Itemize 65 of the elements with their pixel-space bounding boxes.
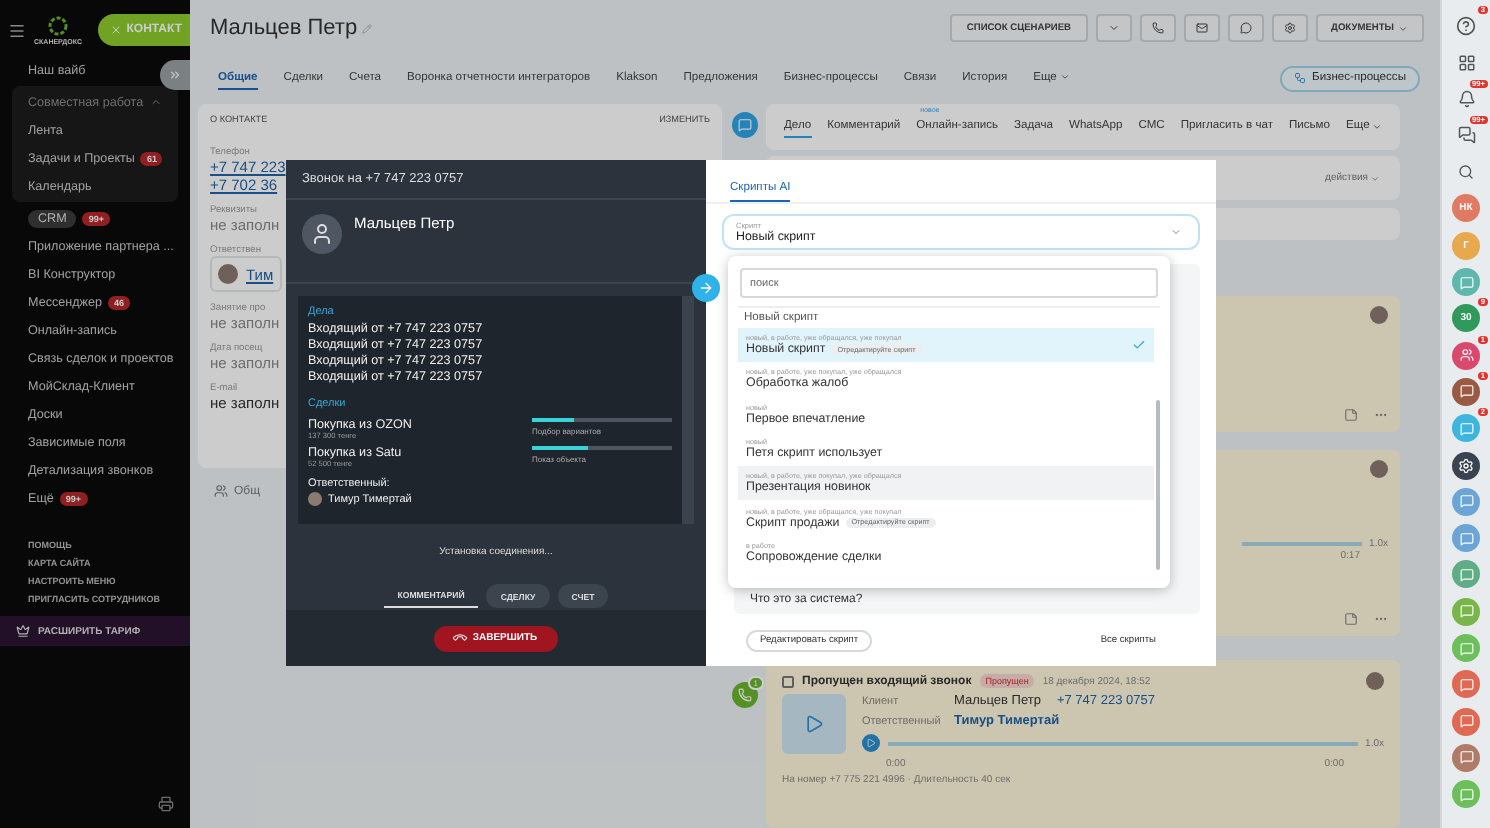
crown-icon [16,624,30,638]
phone-icon [1151,22,1164,34]
chat-icon [731,112,757,138]
grid-icon [1457,53,1475,72]
chat-icon [1459,531,1473,546]
collapse-button[interactable] [160,60,190,90]
checkbox[interactable] [782,675,794,687]
play-icon [866,738,876,748]
menu-icon[interactable] [8,21,26,39]
chevron-down-icon [1370,173,1380,183]
avatar-button[interactable] [1452,451,1480,480]
play-button[interactable] [862,734,880,752]
person-icon [310,222,334,246]
mail-icon [1195,22,1208,34]
chat-icon [1459,275,1473,290]
bell-icon [1457,90,1475,109]
note-icon[interactable] [1344,612,1358,626]
search-icon [1458,164,1474,181]
settings-icon [1283,22,1296,34]
chevron-down-icon [1170,226,1182,238]
page-title: Мальцев Петр [210,16,358,40]
people-icon [214,484,228,498]
workflow-icon [1294,72,1307,84]
avatar-icon [1366,672,1384,690]
arrow-right-icon [698,280,714,296]
phone-button[interactable] [1139,14,1176,42]
avatar-icon [1370,460,1388,478]
chevrons-icon [168,68,182,82]
chat-icon [1459,384,1473,399]
chevron-up-icon[interactable] [149,96,162,108]
mail-button[interactable] [1183,14,1220,42]
more-icon[interactable] [1374,612,1388,626]
chat-icon [1459,604,1473,619]
phone-icon [737,688,751,702]
chat-icon [1459,787,1473,802]
chat-icon [1239,22,1252,34]
chat-icon [1459,714,1473,729]
chat-icon [1459,567,1473,582]
avatar-icon [308,492,322,506]
chat-icon [1459,750,1473,765]
chevron-down-icon [1107,22,1120,34]
chat-icon [1459,641,1473,656]
chevron-down-icon [1398,23,1408,33]
chat-icon [1459,421,1473,436]
chat-button[interactable] [1227,14,1264,42]
chat-icon [1459,677,1473,692]
logo-icon [48,15,68,35]
avatar-icon [1370,306,1388,324]
more-icon[interactable] [1374,408,1388,422]
chat-icon [1459,494,1473,509]
play-icon[interactable] [804,714,824,734]
chevron-down-icon [1060,72,1071,82]
phone-icon [452,629,470,647]
people-icon [1459,348,1473,363]
note-icon[interactable] [1344,408,1358,422]
chat-icon [1457,126,1475,145]
avatar-icon [218,264,238,284]
pencil-icon[interactable] [361,23,372,33]
settings-button[interactable] [1271,14,1308,42]
gear-icon [1458,457,1474,474]
close-icon [110,24,123,36]
help-icon [1456,16,1476,36]
printer-icon[interactable] [158,796,174,812]
check-icon [1132,338,1146,353]
chevron-down-icon [1371,121,1382,131]
